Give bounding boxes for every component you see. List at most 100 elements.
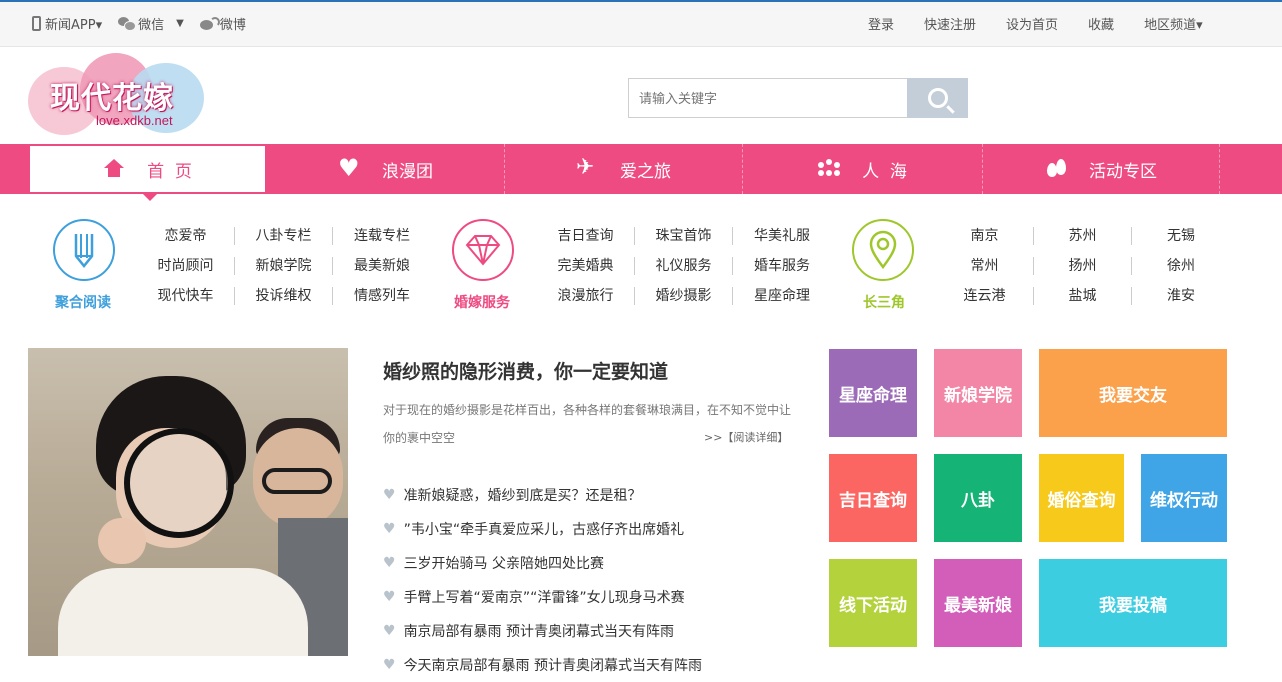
drops-icon [1045,159,1067,179]
category-link[interactable]: 完美婚典 [537,257,635,275]
wechat-link[interactable]: 微信 ▼ [118,14,184,33]
top-bar: 新闻APP▾ 微信 ▼ 微博 登录 快速注册 设为首页 收藏 地区频道▾ [0,0,1282,47]
people-icon [818,159,840,179]
register-link[interactable]: 快速注册 [924,14,976,33]
top-bar-right: 登录 快速注册 设为首页 收藏 地区频道▾ [868,14,1203,33]
category-link[interactable]: 徐州 [1132,257,1230,275]
tile-astrology[interactable]: 星座命理 [829,349,917,437]
wechat-icon [118,17,137,31]
weibo-icon [199,17,220,30]
heart-bullet-icon: ♥ [383,623,396,639]
category-link[interactable]: 连载专栏 [333,227,431,245]
weibo-link[interactable]: 微博 [199,14,246,33]
category-link[interactable]: 常州 [936,257,1034,275]
category-link[interactable]: 南京 [936,227,1034,245]
news-list: ♥ 准新娘疑惑，婚纱到底是买？还是租？ ♥ ”韦小宝“牵手真爱应采儿，古惑仔齐出席婚… [383,478,803,682]
tile-bride-school[interactable]: 新娘学院 [934,349,1022,437]
category-link[interactable]: 恋爱帝 [137,227,235,245]
category-link[interactable]: 珠宝首饰 [635,227,733,245]
category-link[interactable]: 浪漫旅行 [537,287,635,305]
nav-home[interactable]: 首 页 [28,144,267,201]
map-pin-icon[interactable] [852,219,914,281]
category-link[interactable]: 华美礼服 [733,227,831,245]
nav-romance-group[interactable]: 浪漫团 [267,144,505,194]
heart-bullet-icon: ♥ [383,589,396,605]
category-link[interactable]: 时尚顾问 [137,257,235,275]
tile-lucky-date[interactable]: 吉日查询 [829,454,917,542]
favorite-link[interactable]: 收藏 [1088,14,1114,33]
nav-label: 首 页 [147,161,192,182]
header: 现代花嫁 love.xdkb.net [0,47,1282,144]
heart-bullet-icon: ♥ [383,555,396,571]
category-link[interactable]: 新娘学院 [235,257,333,275]
heart-bullet-icon: ♥ [383,487,396,503]
list-item[interactable]: ♥ 今天南京局部有暴雨 预计青奥闭幕式当天有阵雨 [383,648,803,682]
login-link[interactable]: 登录 [868,14,894,33]
category-links-wedding: 吉日查询 珠宝首饰 华美礼服 完美婚典 礼仪服务 婚车服务 浪漫旅行 婚纱摄影 … [537,227,831,305]
airplane-icon [576,155,598,180]
category-link[interactable]: 最美新娘 [333,257,431,275]
region-channel-dropdown[interactable]: 地区频道▾ [1144,14,1203,33]
category-link[interactable]: 婚纱摄影 [635,287,733,305]
list-item[interactable]: ♥ 南京局部有暴雨 预计青奥闭幕式当天有阵雨 [383,614,803,648]
list-item[interactable]: ♥ ”韦小宝“牵手真爱应采儿，古惑仔齐出席婚礼 [383,512,803,546]
site-logo[interactable]: 现代花嫁 love.xdkb.net [28,53,208,139]
nav-label: 人 海 [862,161,907,182]
list-item[interactable]: ♥ 三岁开始骑马 父亲陪她四处比赛 [383,546,803,580]
search-icon [927,88,948,108]
nav-people[interactable]: 人 海 [743,144,983,194]
tile-wedding-customs[interactable]: 婚俗查询 [1039,454,1124,542]
read-more-link[interactable]: >>【阅读详细】 [704,429,788,445]
category-link[interactable]: 星座命理 [733,287,831,305]
category-link[interactable]: 礼仪服务 [635,257,733,275]
list-item[interactable]: ♥ 准新娘疑惑，婚纱到底是买？还是租？ [383,478,803,512]
nav-love-trip[interactable]: 爱之旅 [505,144,743,194]
tile-offline-events[interactable]: 线下活动 [829,559,917,647]
love-heart-icon [338,154,360,182]
tile-make-friends[interactable]: 我要交友 [1039,349,1227,437]
top-bar-left: 新闻APP▾ 微信 ▼ 微博 [32,14,246,33]
news-app-link[interactable]: 新闻APP▾ [32,14,102,33]
category-link[interactable]: 现代快车 [137,287,235,305]
dropdown-caret-icon: ▼ [176,18,184,29]
category-link[interactable]: 扬州 [1034,257,1132,275]
list-item[interactable]: ♥ 手臂上写着“爱南京”“洋雷锋”女儿现身马术赛 [383,580,803,614]
phone-icon [32,16,41,31]
category-link[interactable]: 无锡 [1132,227,1230,245]
search-box [628,78,968,118]
category-link[interactable]: 连云港 [936,287,1034,305]
tile-best-bride[interactable]: 最美新娘 [934,559,1022,647]
home-icon [103,159,125,179]
feature-photo[interactable] [28,348,348,656]
category-label-delta[interactable]: 长三角 [863,292,905,312]
category-links-reading: 恋爱帝 八卦专栏 连载专栏 时尚顾问 新娘学院 最美新娘 现代快车 投诉维权 情… [137,227,431,305]
nav-events[interactable]: 活动专区 [983,144,1220,194]
category-link[interactable]: 淮安 [1132,287,1230,305]
set-home-link[interactable]: 设为首页 [1006,14,1058,33]
category-link[interactable]: 投诉维权 [235,287,333,305]
pencil-icon[interactable] [53,219,115,281]
logo-domain: love.xdkb.net [96,113,173,128]
search-input[interactable] [628,78,907,118]
search-button[interactable] [907,78,968,118]
category-label-reading[interactable]: 聚合阅读 [55,292,111,312]
category-link[interactable]: 情感列车 [333,287,431,305]
tile-gossip[interactable]: 八卦 [934,454,1022,542]
feature-headline[interactable]: 婚纱照的隐形消费，你一定要知道 [383,357,668,384]
heart-bullet-icon: ♥ [383,521,396,537]
nav-label: 活动专区 [1089,161,1157,182]
nav-label: 浪漫团 [382,161,433,182]
category-link[interactable]: 吉日查询 [537,227,635,245]
logo-title: 现代花嫁 [50,81,174,116]
diamond-icon[interactable] [452,219,514,281]
nav-label: 爱之旅 [620,161,671,182]
heart-bullet-icon: ♥ [383,657,396,673]
category-link[interactable]: 婚车服务 [733,257,831,275]
category-link[interactable]: 盐城 [1034,287,1132,305]
tile-submit[interactable]: 我要投稿 [1039,559,1227,647]
category-band: 聚合阅读 恋爱帝 八卦专栏 连载专栏 时尚顾问 新娘学院 最美新娘 现代快车 投… [0,194,1282,349]
category-link[interactable]: 苏州 [1034,227,1132,245]
category-link[interactable]: 八卦专栏 [235,227,333,245]
category-label-wedding[interactable]: 婚嫁服务 [454,292,510,312]
tile-rights-action[interactable]: 维权行动 [1141,454,1227,542]
